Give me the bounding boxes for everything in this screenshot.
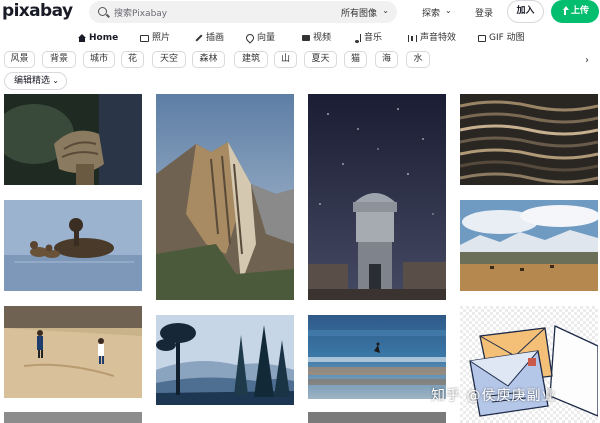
nav-item-label: 声音特效 xyxy=(420,33,457,43)
home-icon xyxy=(78,34,86,42)
photo-thumbnail[interactable] xyxy=(308,412,446,423)
search-icon xyxy=(98,7,107,16)
photo-thumbnail[interactable] xyxy=(308,94,446,300)
chevron-down-icon: ⌄ xyxy=(445,6,452,15)
nav-item-music[interactable]: 音乐 xyxy=(355,29,382,47)
camera-icon xyxy=(140,34,149,42)
tag-chip[interactable]: 森林 xyxy=(192,51,225,68)
chevron-down-icon: ⌄ xyxy=(52,76,59,85)
tag-chip[interactable]: 花 xyxy=(121,51,144,68)
tag-chip[interactable]: 山 xyxy=(274,51,297,68)
upload-icon xyxy=(560,6,569,17)
nav-item-label: 音乐 xyxy=(364,33,383,43)
nav-item-label: 照片 xyxy=(152,33,171,43)
tag-chip[interactable]: 城市 xyxy=(83,51,115,68)
chevron-down-icon: ⌄ xyxy=(382,6,389,15)
gif-icon xyxy=(478,34,486,42)
photo-thumbnail[interactable] xyxy=(4,306,142,398)
photo-thumbnail[interactable] xyxy=(308,315,446,399)
nav-item-label: GIF 动图 xyxy=(489,33,525,43)
tag-chip[interactable]: 水 xyxy=(406,51,430,68)
nav-item-sound-effects[interactable]: 声音特效 xyxy=(408,29,456,47)
photo-thumbnail[interactable] xyxy=(156,94,294,300)
tag-chip[interactable]: 建筑 xyxy=(234,51,268,68)
photo-thumbnail[interactable] xyxy=(460,94,598,185)
brush-icon xyxy=(195,34,203,42)
photo-thumbnail[interactable] xyxy=(4,94,142,185)
photo-thumbnail[interactable] xyxy=(4,412,142,423)
search-input[interactable]: 搜索Pixabay xyxy=(114,6,167,19)
nav-item-gif[interactable]: GIF 动图 xyxy=(478,29,525,47)
join-button[interactable]: 加入 xyxy=(507,0,544,23)
nav-item-illustrations[interactable]: 插画 xyxy=(195,29,224,47)
pixabay-page: pixabay 搜索Pixabay 所有图像 ⌄ 探索 ⌄ 登录 加入 上传 H… xyxy=(0,0,600,423)
nav-item-home[interactable]: Home xyxy=(78,29,118,47)
search-type-dropdown[interactable]: 所有图像 xyxy=(341,6,377,19)
photo-thumbnail[interactable] xyxy=(4,200,142,291)
tag-chip[interactable]: 背景 xyxy=(42,51,76,68)
login-link[interactable]: 登录 xyxy=(475,6,493,19)
nav-item-vectors[interactable]: 向量 xyxy=(244,29,276,47)
editor-choice-dropdown[interactable]: 编辑精选 ⌄ xyxy=(4,72,67,90)
tag-chip[interactable]: 天空 xyxy=(152,51,186,68)
music-icon xyxy=(355,34,361,43)
photo-thumbnail[interactable] xyxy=(460,200,598,291)
tag-chip[interactable]: 夏天 xyxy=(304,51,337,68)
zhihu-watermark: 知乎 @侯庾庚副业 xyxy=(431,388,557,404)
top-header: pixabay 搜索Pixabay 所有图像 ⌄ 探索 ⌄ 登录 加入 上传 xyxy=(0,0,600,26)
nav-item-photos[interactable]: 照片 xyxy=(140,29,170,47)
pen-icon xyxy=(244,32,256,44)
explore-menu[interactable]: 探索 xyxy=(422,6,440,19)
photo-thumbnail[interactable] xyxy=(460,306,598,423)
nav-item-videos[interactable]: 视频 xyxy=(302,29,331,47)
upload-button[interactable]: 上传 xyxy=(551,0,599,23)
waveform-icon xyxy=(408,34,417,42)
nav-item-label: 向量 xyxy=(257,33,276,43)
chevron-right-icon[interactable]: › xyxy=(585,55,589,66)
upload-label: 上传 xyxy=(571,6,590,16)
media-type-nav: Home 照片 插画 向量 视频 音乐 声音特效 GIF 动图 xyxy=(0,29,600,47)
nav-item-label: 插画 xyxy=(206,33,225,43)
photo-thumbnail[interactable] xyxy=(156,315,294,405)
tag-chip[interactable]: 风景 xyxy=(4,51,35,68)
tag-chip[interactable]: 海 xyxy=(375,51,398,68)
pixabay-logo[interactable]: pixabay xyxy=(2,1,73,21)
search-bar[interactable]: 搜索Pixabay 所有图像 ⌄ xyxy=(89,1,397,23)
tag-chip[interactable]: 猫 xyxy=(344,51,367,68)
video-icon xyxy=(302,35,310,41)
editor-choice-label: 编辑精选 xyxy=(14,76,51,86)
nav-item-label: Home xyxy=(89,33,119,43)
nav-item-label: 视频 xyxy=(313,33,332,43)
